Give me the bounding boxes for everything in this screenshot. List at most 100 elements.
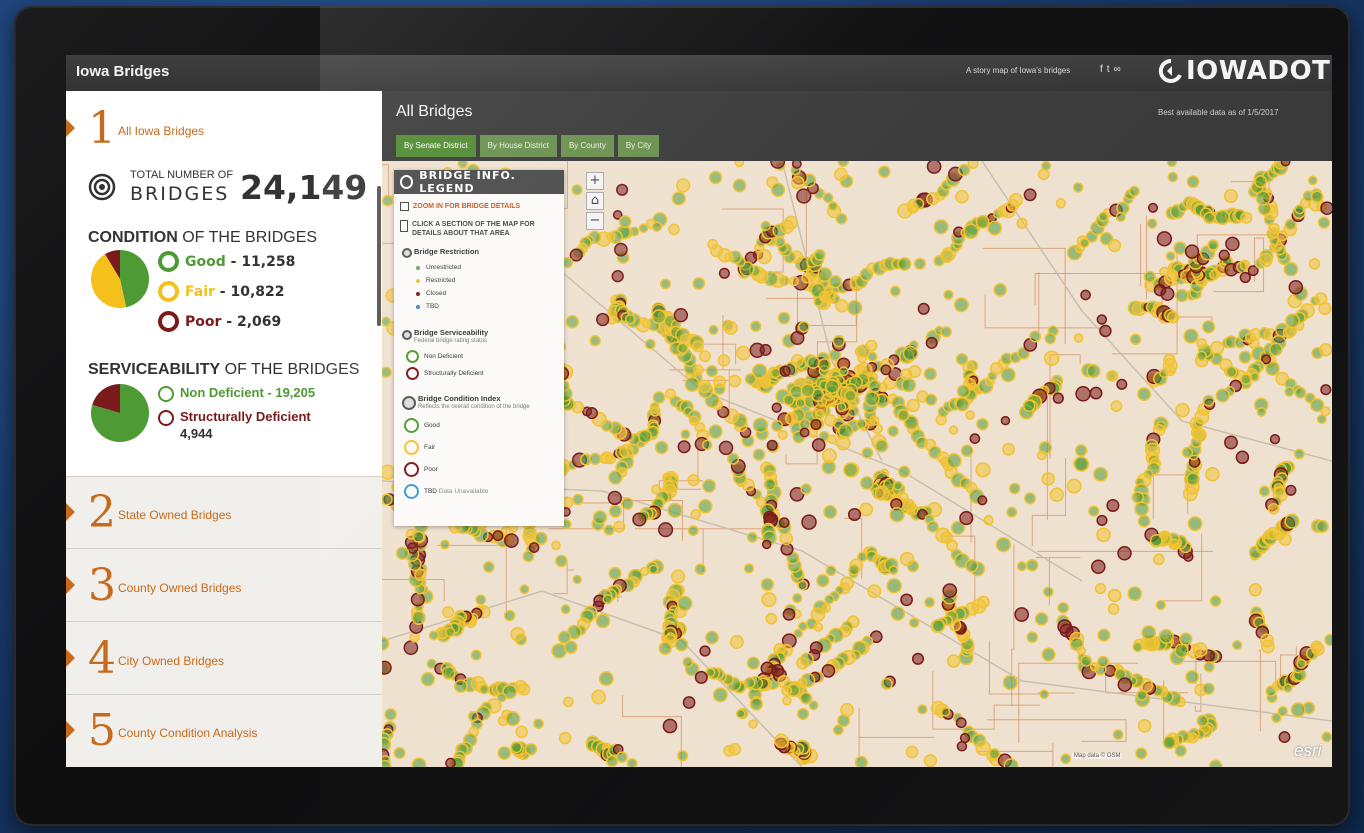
bridge-marker[interactable]	[562, 257, 574, 269]
bridge-marker[interactable]	[906, 398, 920, 413]
bridge-marker[interactable]	[649, 405, 661, 417]
bridge-marker[interactable]	[838, 423, 854, 439]
bridge-marker[interactable]	[608, 566, 622, 581]
bridge-marker[interactable]	[946, 654, 961, 668]
bridge-marker[interactable]	[708, 424, 723, 439]
bridge-marker[interactable]	[1024, 492, 1037, 505]
bridge-marker[interactable]	[1110, 400, 1123, 412]
bridge-marker[interactable]	[765, 612, 778, 625]
bridge-marker[interactable]	[439, 539, 450, 550]
bridge-marker[interactable]	[844, 389, 857, 403]
bridge-marker[interactable]	[760, 378, 771, 389]
bridge-marker[interactable]	[889, 285, 901, 297]
bridge-marker[interactable]	[533, 718, 544, 730]
bridge-marker[interactable]	[1073, 456, 1090, 472]
bridge-marker[interactable]	[940, 706, 951, 717]
bridge-marker[interactable]	[1132, 641, 1143, 653]
bridge-marker[interactable]	[975, 462, 991, 478]
bridge-marker[interactable]	[1203, 211, 1216, 224]
bridge-marker[interactable]	[822, 192, 834, 204]
bridge-marker[interactable]	[718, 267, 730, 279]
bridge-marker[interactable]	[821, 603, 832, 613]
bridge-marker[interactable]	[791, 161, 802, 169]
bridge-marker[interactable]	[771, 402, 782, 413]
bridge-marker[interactable]	[995, 536, 1012, 553]
bridge-marker[interactable]	[1249, 372, 1260, 382]
bridge-marker[interactable]	[796, 656, 810, 670]
bridge-marker[interactable]	[948, 425, 959, 435]
bridge-marker[interactable]	[1117, 677, 1133, 692]
bridge-marker[interactable]	[975, 215, 990, 229]
bridge-marker[interactable]	[702, 478, 717, 493]
bridge-marker[interactable]	[899, 551, 915, 567]
bridge-marker[interactable]	[774, 733, 789, 749]
bridge-marker[interactable]	[1239, 271, 1251, 284]
bridge-marker[interactable]	[1107, 603, 1120, 615]
bridge-marker[interactable]	[624, 314, 636, 325]
bridge-marker[interactable]	[1057, 601, 1070, 614]
bridge-marker[interactable]	[1096, 527, 1111, 543]
bridge-marker[interactable]	[746, 656, 760, 670]
facebook-icon[interactable]: f	[1100, 64, 1107, 75]
bridge-marker[interactable]	[1008, 482, 1021, 495]
bridge-marker[interactable]	[551, 540, 561, 551]
bridge-marker[interactable]	[1320, 201, 1332, 216]
bridge-marker[interactable]	[717, 354, 731, 367]
bridge-marker[interactable]	[382, 366, 392, 379]
bridge-marker[interactable]	[771, 419, 784, 432]
bridge-marker[interactable]	[823, 414, 837, 427]
bridge-marker[interactable]	[503, 609, 516, 622]
bridge-marker[interactable]	[528, 542, 540, 553]
bridge-marker[interactable]	[409, 632, 420, 643]
bridge-marker[interactable]	[969, 433, 981, 444]
bridge-marker[interactable]	[1000, 367, 1016, 383]
bridge-marker[interactable]	[752, 448, 766, 461]
bridge-marker[interactable]	[790, 330, 805, 346]
bridge-marker[interactable]	[887, 425, 899, 437]
bridge-marker[interactable]	[1316, 414, 1327, 425]
bridge-marker[interactable]	[900, 593, 913, 607]
bridge-marker[interactable]	[1224, 435, 1238, 450]
bridge-marker[interactable]	[504, 533, 519, 548]
section-3-header[interactable]: 3 County Owned Bridges	[66, 560, 382, 610]
bridge-marker[interactable]	[1310, 640, 1323, 654]
bridge-marker[interactable]	[801, 514, 817, 530]
bridge-marker[interactable]	[963, 223, 979, 240]
bridge-marker[interactable]	[898, 465, 911, 478]
bridge-marker[interactable]	[756, 249, 772, 265]
bridge-marker[interactable]	[728, 374, 742, 388]
bridge-marker[interactable]	[797, 320, 810, 333]
bridge-marker[interactable]	[1186, 175, 1200, 189]
bridge-marker[interactable]	[698, 350, 711, 363]
bridge-marker[interactable]	[729, 635, 744, 649]
bridge-marker[interactable]	[868, 379, 882, 393]
bridge-marker[interactable]	[411, 757, 427, 767]
bridge-marker[interactable]	[589, 334, 601, 347]
bridge-marker[interactable]	[673, 308, 689, 323]
bridge-marker[interactable]	[1158, 628, 1174, 644]
bridge-marker[interactable]	[800, 483, 812, 495]
bridge-marker[interactable]	[965, 559, 979, 573]
bridge-marker[interactable]	[988, 747, 1001, 760]
bridge-marker[interactable]	[1225, 366, 1238, 378]
bridge-marker[interactable]	[662, 480, 676, 494]
bridge-marker[interactable]	[942, 583, 958, 598]
bridge-marker[interactable]	[1041, 161, 1052, 171]
bridge-marker[interactable]	[1240, 211, 1253, 224]
bridge-marker[interactable]	[1137, 514, 1151, 528]
bridge-marker[interactable]	[467, 710, 479, 722]
bridge-marker[interactable]	[453, 679, 468, 694]
bridge-marker[interactable]	[1131, 491, 1145, 504]
bridge-marker[interactable]	[1066, 478, 1082, 494]
bridge-marker[interactable]	[1128, 185, 1140, 197]
bridge-marker[interactable]	[925, 393, 938, 406]
bridge-marker[interactable]	[1185, 669, 1200, 684]
bridge-marker[interactable]	[555, 554, 568, 568]
bridge-marker[interactable]	[746, 531, 758, 543]
bridge-marker[interactable]	[1080, 655, 1093, 667]
bridge-marker[interactable]	[906, 501, 917, 513]
bridge-marker[interactable]	[1036, 450, 1047, 461]
bridge-marker[interactable]	[770, 367, 781, 379]
bridge-marker[interactable]	[1136, 689, 1148, 701]
bridge-marker[interactable]	[1235, 450, 1250, 465]
